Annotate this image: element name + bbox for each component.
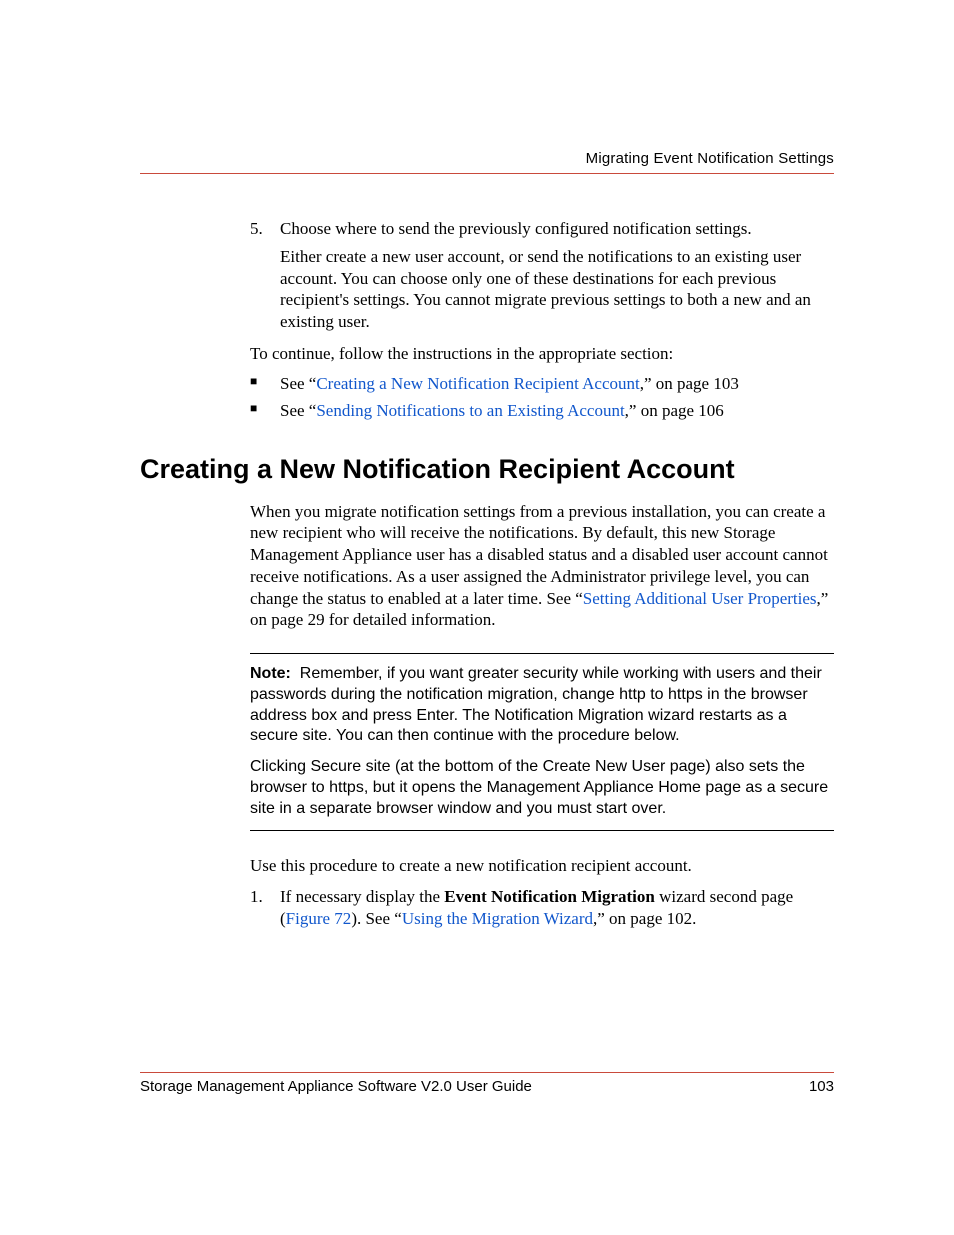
list-item: See “Sending Notifications to an Existin… xyxy=(250,400,834,422)
xref-link[interactable]: Creating a New Notification Recipient Ac… xyxy=(316,374,639,393)
step-text: ). See “ xyxy=(351,909,402,928)
page-header: Migrating Event Notification Settings xyxy=(140,150,834,174)
footer-rule xyxy=(140,1072,834,1073)
step-lead: Choose where to send the previously conf… xyxy=(280,219,752,238)
section-heading: Creating a New Notification Recipient Ac… xyxy=(140,452,834,487)
page-footer: Storage Management Appliance Software V2… xyxy=(140,1072,834,1095)
step-1: 1. If necessary display the Event Notifi… xyxy=(250,886,834,930)
xref-link[interactable]: Setting Additional User Properties xyxy=(583,589,817,608)
page-content: 5. Choose where to send the previously c… xyxy=(140,218,834,1035)
wizard-name: Event Notification Migration xyxy=(444,887,655,906)
xref-link[interactable]: Sending Notifications to an Existing Acc… xyxy=(316,401,624,420)
bullet-suffix: ,” on page 106 xyxy=(625,401,724,420)
step-number: 1. xyxy=(250,886,263,908)
footer-page-number: 103 xyxy=(809,1078,834,1095)
bullet-suffix: ,” on page 103 xyxy=(640,374,739,393)
continue-instruction: To continue, follow the instructions in … xyxy=(250,343,834,365)
note-paragraph: Clicking Secure site (at the bottom of t… xyxy=(250,757,834,819)
bullet-list: See “Creating a New Notification Recipie… xyxy=(250,373,834,423)
step-number: 5. xyxy=(250,218,263,240)
step-text: ,” on page 102. xyxy=(593,909,696,928)
note-label: Note: xyxy=(250,665,291,682)
step-text: If necessary display the xyxy=(280,887,444,906)
step-5: 5. Choose where to send the previously c… xyxy=(250,218,834,333)
step-detail: Either create a new user account, or sen… xyxy=(280,246,834,333)
note-body: Remember, if you want greater security w… xyxy=(250,665,822,744)
xref-link[interactable]: Using the Migration Wizard xyxy=(402,909,593,928)
header-rule xyxy=(140,173,834,174)
section-paragraph: When you migrate notification settings f… xyxy=(250,501,834,632)
bullet-prefix: See “ xyxy=(280,374,316,393)
running-head: Migrating Event Notification Settings xyxy=(140,150,834,167)
footer-doc-title: Storage Management Appliance Software V2… xyxy=(140,1078,532,1095)
bullet-prefix: See “ xyxy=(280,401,316,420)
note-block: Note: Remember, if you want greater secu… xyxy=(250,653,834,831)
note-paragraph: Note: Remember, if you want greater secu… xyxy=(250,664,834,747)
list-item: See “Creating a New Notification Recipie… xyxy=(250,373,834,395)
note-rule-top xyxy=(250,653,834,654)
procedure-intro: Use this procedure to create a new notif… xyxy=(250,855,834,877)
figure-link[interactable]: Figure 72 xyxy=(286,909,352,928)
note-rule-bottom xyxy=(250,830,834,831)
